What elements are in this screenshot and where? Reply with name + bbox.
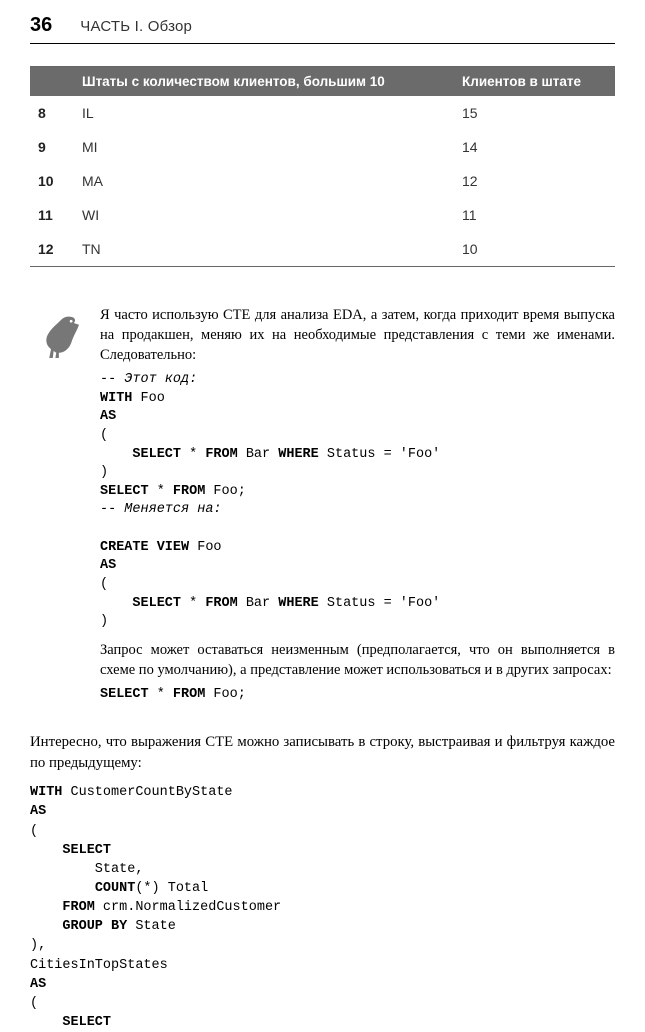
cell-idx: 9	[30, 130, 74, 164]
code-block-2: SELECT * FROM Foo;	[100, 686, 615, 705]
col-state: Штаты с количеством клиентов, большим 10	[74, 67, 454, 97]
cell-state: WI	[74, 198, 454, 232]
cell-idx: 11	[30, 198, 74, 232]
note-body: Я часто использую CTE для анализа EDA, а…	[100, 305, 615, 712]
states-table: Штаты с количеством клиентов, большим 10…	[30, 66, 615, 267]
note-para-2: Запрос может оставаться неизменным (пред…	[100, 640, 615, 680]
note-block: Я часто использую CTE для анализа EDA, а…	[30, 305, 615, 712]
cell-idx: 12	[30, 232, 74, 267]
crow-icon	[30, 309, 86, 370]
code-block-main: WITH CustomerCountByState AS ( SELECT St…	[30, 783, 615, 1032]
page: 36 ЧАСТЬ I. Обзор Штаты с количеством кл…	[0, 0, 645, 1032]
cell-idx: 8	[30, 96, 74, 130]
cell-count: 11	[454, 198, 615, 232]
cell-count: 14	[454, 130, 615, 164]
code-block-1: -- Этот код: WITH Foo AS ( SELECT * FROM…	[100, 371, 615, 632]
cell-state: TN	[74, 232, 454, 267]
table-header-row: Штаты с количеством клиентов, большим 10…	[30, 67, 615, 97]
cell-state: IL	[74, 96, 454, 130]
page-number: 36	[30, 14, 52, 37]
cell-count: 15	[454, 96, 615, 130]
col-count: Клиентов в штате	[454, 67, 615, 97]
cell-idx: 10	[30, 164, 74, 198]
cell-count: 10	[454, 232, 615, 267]
table-row: 8 IL 15	[30, 96, 615, 130]
cell-state: MI	[74, 130, 454, 164]
table-row: 11 WI 11	[30, 198, 615, 232]
header-rule	[30, 43, 615, 44]
page-header: 36 ЧАСТЬ I. Обзор	[30, 14, 615, 37]
table-row: 9 MI 14	[30, 130, 615, 164]
cell-count: 12	[454, 164, 615, 198]
note-para-1: Я часто использую CTE для анализа EDA, а…	[100, 305, 615, 365]
cell-state: MA	[74, 164, 454, 198]
col-blank	[30, 67, 74, 97]
part-title: ЧАСТЬ I. Обзор	[80, 18, 192, 35]
table-row: 10 MA 12	[30, 164, 615, 198]
table-row: 12 TN 10	[30, 232, 615, 267]
body-para: Интересно, что выражения CTE можно запис…	[30, 732, 615, 773]
